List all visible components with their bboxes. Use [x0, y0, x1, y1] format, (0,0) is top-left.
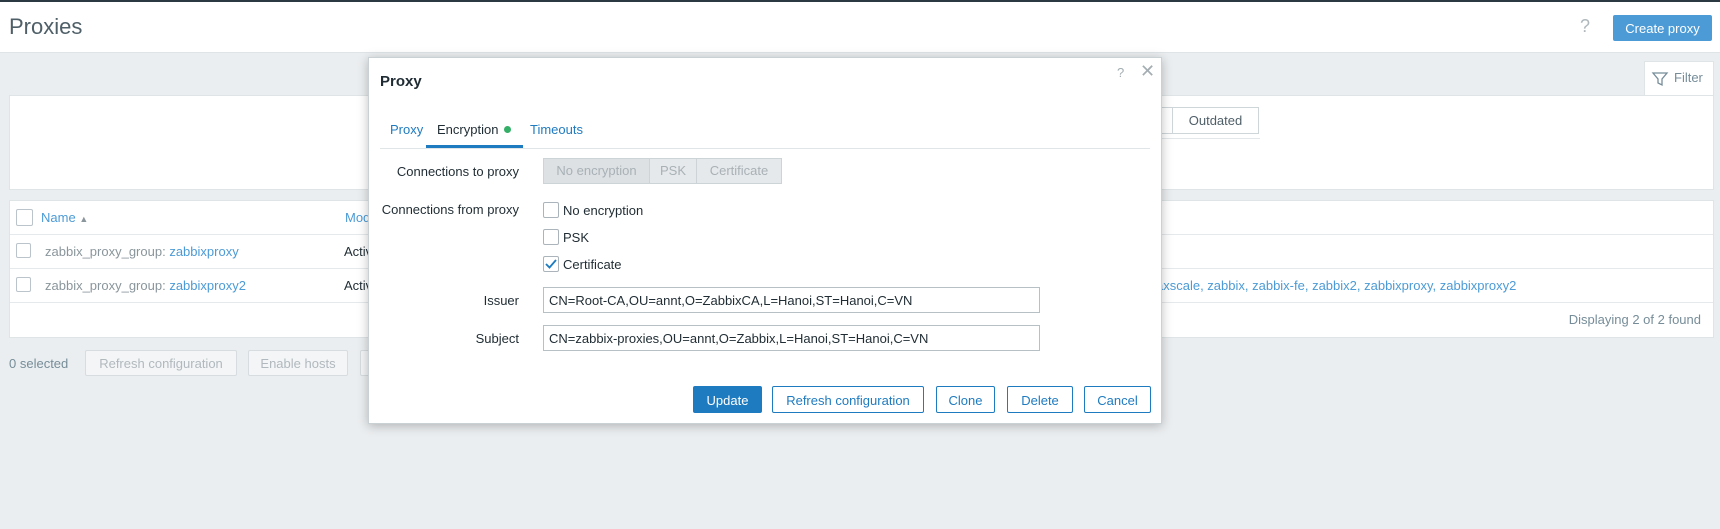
tab-encryption[interactable]: Encryption — [437, 122, 512, 137]
separator: : — [162, 244, 166, 259]
row-checkbox[interactable] — [16, 277, 31, 292]
conn-to-no-encryption[interactable]: No encryption — [543, 158, 650, 184]
status-dot-icon — [504, 126, 512, 133]
separator: : — [162, 278, 166, 293]
column-header-name-label: Name — [41, 210, 76, 225]
page-header: Proxies ? Create proxy — [0, 2, 1720, 53]
page-title: Proxies — [9, 14, 83, 39]
tab-proxy[interactable]: Proxy — [390, 122, 423, 137]
select-all-checkbox[interactable] — [16, 209, 33, 226]
conn-to-psk[interactable]: PSK — [649, 158, 697, 184]
dialog-tabs: Proxy Encryption Timeouts — [380, 117, 1150, 149]
subject-label: Subject — [475, 331, 519, 346]
proxy-hosts-cell[interactable]: axscale, zabbix, zabbix-fe, zabbix2, zab… — [1156, 278, 1516, 293]
proxy-name-link[interactable]: zabbixproxy — [169, 244, 238, 259]
from-certificate-checkbox[interactable] — [543, 256, 559, 272]
filter-outdated-button[interactable]: Outdated — [1172, 107, 1259, 134]
help-icon[interactable]: ? — [1580, 16, 1590, 37]
funnel-icon — [1651, 72, 1669, 87]
connections-to-label: Connections to proxy — [396, 164, 519, 179]
from-psk-checkbox[interactable] — [543, 229, 559, 245]
subject-input[interactable] — [543, 325, 1040, 351]
refresh-configuration-button[interactable]: Refresh configuration — [772, 386, 924, 413]
from-psk-label: PSK — [563, 230, 590, 245]
proxy-name-link[interactable]: zabbixproxy2 — [169, 278, 246, 293]
filter-tab[interactable]: Filter — [1644, 61, 1714, 95]
dialog-title: Proxy — [380, 73, 422, 90]
proxy-name-cell: zabbix_proxy_group: zabbixproxy2 — [45, 278, 246, 293]
row-checkbox[interactable] — [16, 243, 31, 258]
connections-from-label: Connections from proxy — [381, 202, 519, 217]
delete-button[interactable]: Delete — [1007, 386, 1073, 413]
tab-encryption-label: Encryption — [437, 122, 499, 137]
update-button[interactable]: Update — [693, 386, 762, 413]
displaying-count: Displaying 2 of 2 found — [1568, 312, 1701, 327]
sort-asc-icon: ▲ — [79, 214, 89, 224]
issuer-input[interactable] — [543, 287, 1040, 313]
divider — [1150, 138, 1260, 139]
create-proxy-button[interactable]: Create proxy — [1613, 15, 1712, 41]
from-no-encryption-checkbox[interactable] — [543, 202, 559, 218]
from-certificate-label: Certificate — [563, 257, 622, 272]
proxy-group-link[interactable]: zabbix_proxy_group — [45, 244, 162, 259]
enable-hosts-button[interactable]: Enable hosts — [248, 350, 348, 376]
from-no-encryption-label: No encryption — [563, 203, 644, 218]
checkmark-icon — [545, 259, 557, 269]
column-header-mode[interactable]: Mod — [345, 210, 370, 225]
tab-timeouts[interactable]: Timeouts — [530, 122, 583, 137]
active-tab-indicator — [426, 145, 523, 148]
conn-to-certificate[interactable]: Certificate — [696, 158, 782, 184]
selected-count: 0 selected — [9, 356, 69, 371]
close-icon[interactable]: ✕ — [1140, 61, 1155, 82]
column-header-name[interactable]: Name ▲ — [41, 210, 88, 225]
cancel-button[interactable]: Cancel — [1084, 386, 1151, 413]
help-icon[interactable]: ? — [1117, 65, 1124, 80]
issuer-label: Issuer — [483, 293, 519, 308]
proxy-dialog: Proxy ? ✕ Proxy Encryption Timeouts Conn… — [368, 57, 1162, 424]
refresh-configuration-mass-button[interactable]: Refresh configuration — [85, 350, 237, 376]
clone-button[interactable]: Clone — [936, 386, 995, 413]
proxy-group-link[interactable]: zabbix_proxy_group — [45, 278, 162, 293]
filter-label: Filter — [1674, 70, 1703, 85]
proxy-name-cell: zabbix_proxy_group: zabbixproxy — [45, 244, 239, 259]
